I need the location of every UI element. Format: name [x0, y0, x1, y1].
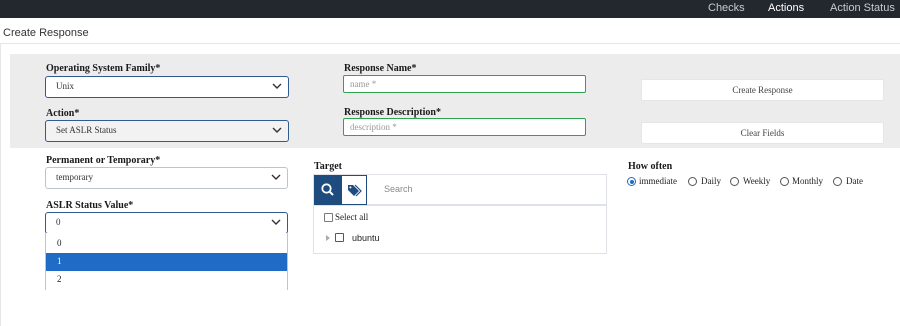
aslr-option-label: 2: [57, 274, 62, 284]
radio-monthly[interactable]: [780, 177, 789, 186]
create-response-button-label: Create Response: [732, 85, 793, 95]
radio-weekly[interactable]: [730, 177, 739, 186]
chevron-down-icon: [271, 174, 281, 180]
response-description-label: Response Description*: [344, 107, 441, 118]
title-bar: Create Response: [0, 22, 900, 44]
response-description-input[interactable]: description *: [343, 118, 586, 136]
aslr-option-label: 1: [57, 256, 62, 266]
response-name-placeholder: name *: [350, 79, 377, 89]
radio-immediate[interactable]: [627, 177, 636, 186]
ubuntu-checkbox[interactable]: [335, 233, 344, 242]
tags-button[interactable]: [341, 175, 367, 205]
aslr-label: ASLR Status Value*: [46, 200, 134, 211]
permanent-label: Permanent or Temporary*: [46, 155, 161, 166]
target-tree-panel: Search Select all ubuntu: [313, 174, 607, 254]
permanent-select[interactable]: temporary: [45, 167, 288, 189]
radio-daily-label: Daily: [701, 176, 721, 186]
action-label: Action*: [46, 108, 80, 119]
aslr-dropdown-list: 0 1 2: [45, 233, 288, 290]
top-nav-bar: Checks Actions Action Status: [0, 0, 900, 18]
nav-action-status[interactable]: Action Status: [830, 0, 895, 18]
aslr-option-1[interactable]: 1: [46, 253, 287, 271]
response-name-label: Response Name*: [344, 63, 417, 74]
content-border: [0, 44, 1, 326]
permanent-value: temporary: [56, 172, 93, 182]
chevron-down-icon: [271, 219, 281, 225]
response-name-input[interactable]: name *: [343, 75, 586, 93]
chevron-down-icon: [272, 127, 282, 133]
chevron-down-icon: [272, 83, 282, 89]
create-response-button[interactable]: Create Response: [641, 79, 884, 101]
clear-fields-button[interactable]: Clear Fields: [641, 122, 884, 144]
os-family-select[interactable]: Unix: [45, 76, 289, 98]
clear-fields-button-label: Clear Fields: [740, 128, 785, 138]
divider: [314, 205, 606, 206]
target-search-input[interactable]: Search: [367, 175, 606, 205]
radio-immediate-label: immediate: [639, 176, 677, 186]
action-select[interactable]: Set ASLR Status: [45, 120, 289, 142]
os-family-value: Unix: [56, 81, 74, 91]
radio-date-label: Date: [846, 176, 863, 186]
aslr-option-2[interactable]: 2: [46, 271, 287, 289]
how-often-label: How often: [628, 161, 673, 172]
target-label: Target: [314, 161, 342, 172]
aslr-option-label: 0: [57, 238, 62, 248]
page-title: Create Response: [3, 27, 89, 39]
radio-monthly-label: Monthly: [792, 176, 824, 186]
caret-right-icon[interactable]: [325, 234, 331, 242]
select-all-checkbox[interactable]: [324, 213, 333, 222]
nav-actions[interactable]: Actions: [768, 0, 804, 18]
aslr-option-0[interactable]: 0: [46, 235, 287, 253]
response-description-placeholder: description *: [350, 122, 397, 132]
tags-icon: [348, 184, 362, 197]
select-all-label: Select all: [335, 212, 369, 222]
radio-weekly-label: Weekly: [743, 176, 771, 186]
action-value: Set ASLR Status: [56, 125, 117, 135]
target-search-placeholder: Search: [384, 184, 413, 194]
radio-date[interactable]: [833, 177, 842, 186]
tree-item-ubuntu[interactable]: ubuntu: [352, 233, 380, 243]
radio-daily[interactable]: [688, 177, 697, 186]
os-family-label: Operating System Family*: [46, 63, 161, 74]
nav-checks[interactable]: Checks: [708, 0, 745, 18]
search-icon: [321, 183, 334, 196]
search-button[interactable]: [314, 175, 341, 205]
aslr-value: 0: [56, 217, 61, 227]
aslr-select[interactable]: 0: [45, 212, 288, 234]
